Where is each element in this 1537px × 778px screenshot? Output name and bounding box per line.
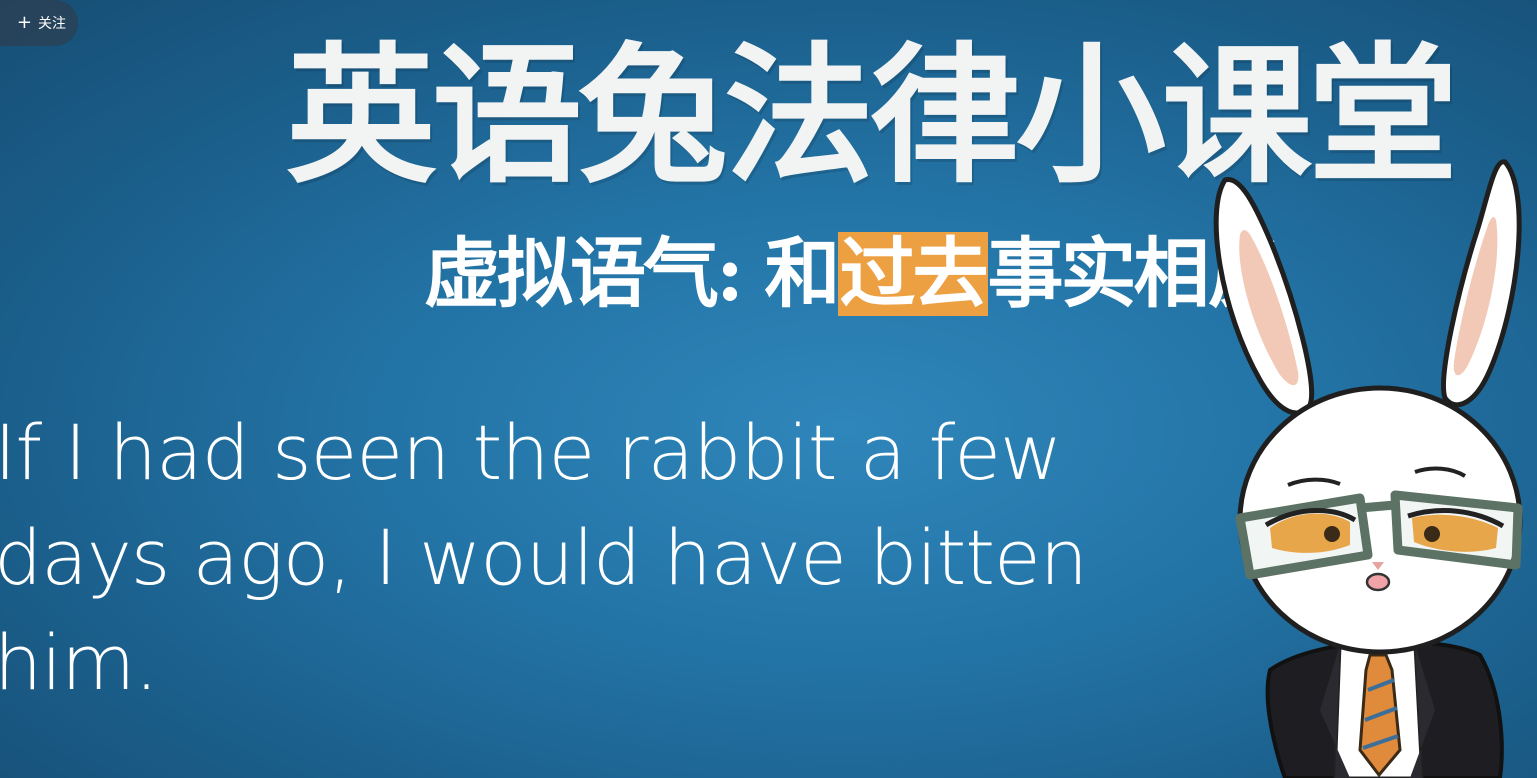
follow-button[interactable]: + 关注	[0, 0, 78, 46]
slide-subtitle: 虚拟语气: 和过去事实相反	[424, 229, 1283, 318]
follow-button-label: 关注	[38, 16, 66, 32]
subtitle-highlight: 过去	[837, 229, 989, 318]
subtitle-before: 虚拟语气: 和	[424, 229, 841, 318]
example-sentence: If I had seen the rabbit a few days ago,…	[0, 408, 1088, 707]
rabbit-mascot-icon	[1213, 159, 1523, 778]
plus-icon: +	[16, 12, 32, 33]
